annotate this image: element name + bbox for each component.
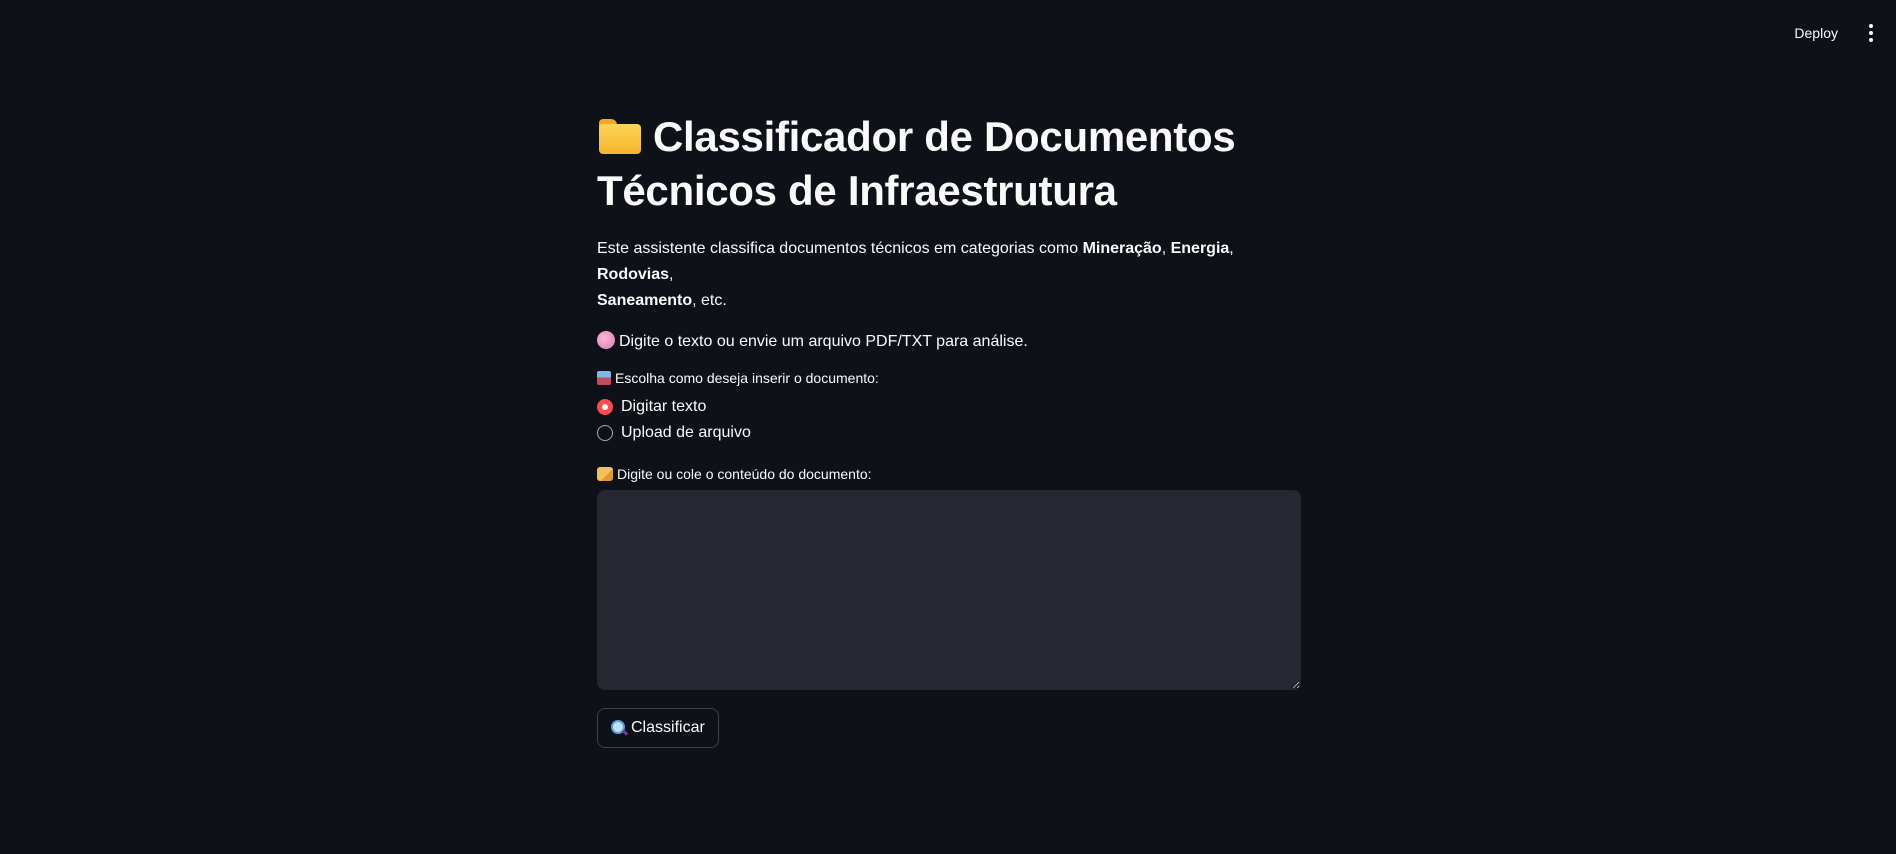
radio-checked-icon[interactable] [597, 399, 613, 415]
input-method-label: Escolha como deseja inserir o documento: [597, 368, 1301, 388]
page-title: Classificador de Documentos Técnicos de I… [597, 110, 1301, 218]
classify-button[interactable]: Classificar [597, 708, 719, 748]
category-energia: Energia [1170, 240, 1230, 257]
radio-option-label: Upload de arquivo [621, 424, 751, 441]
radio-option-digitar-texto[interactable]: Digitar texto [597, 394, 1301, 420]
radio-unchecked-icon[interactable] [597, 425, 613, 441]
radio-option-upload-arquivo[interactable]: Upload de arquivo [597, 420, 1301, 446]
vertical-ellipsis-icon [1869, 24, 1873, 28]
input-method-radio-group: Digitar texto Upload de arquivo [597, 394, 1301, 446]
document-content-label: Digite ou cole o conteúdo do documento: [597, 464, 1301, 484]
app-header: Deploy [0, 0, 1896, 64]
main-menu-button[interactable] [1860, 20, 1882, 46]
category-saneamento: Saneamento [597, 292, 693, 309]
intro-paragraph: Este assistente classifica documentos té… [597, 240, 1234, 309]
category-rodovias: Rodovias [597, 266, 670, 283]
page-title-line1: Classificador de Documentos [653, 113, 1236, 160]
main-content: Classificador de Documentos Técnicos de I… [597, 110, 1301, 748]
deploy-button[interactable]: Deploy [1786, 20, 1846, 46]
instruction-text: Digite o texto ou envie um arquivo PDF/T… [597, 330, 1301, 354]
category-mineracao: Mineração [1082, 240, 1162, 257]
inbox-tray-icon [597, 371, 611, 385]
page-title-line2: Técnicos de Infraestrutura [597, 167, 1117, 214]
classify-button-label: Classificar [631, 719, 705, 736]
folder-icon [597, 117, 643, 155]
magnifying-glass-icon [611, 720, 629, 736]
radio-option-label: Digitar texto [621, 398, 707, 415]
document-content-textarea[interactable] [597, 490, 1301, 690]
brain-icon [597, 331, 615, 349]
writing-hand-icon [597, 467, 613, 481]
